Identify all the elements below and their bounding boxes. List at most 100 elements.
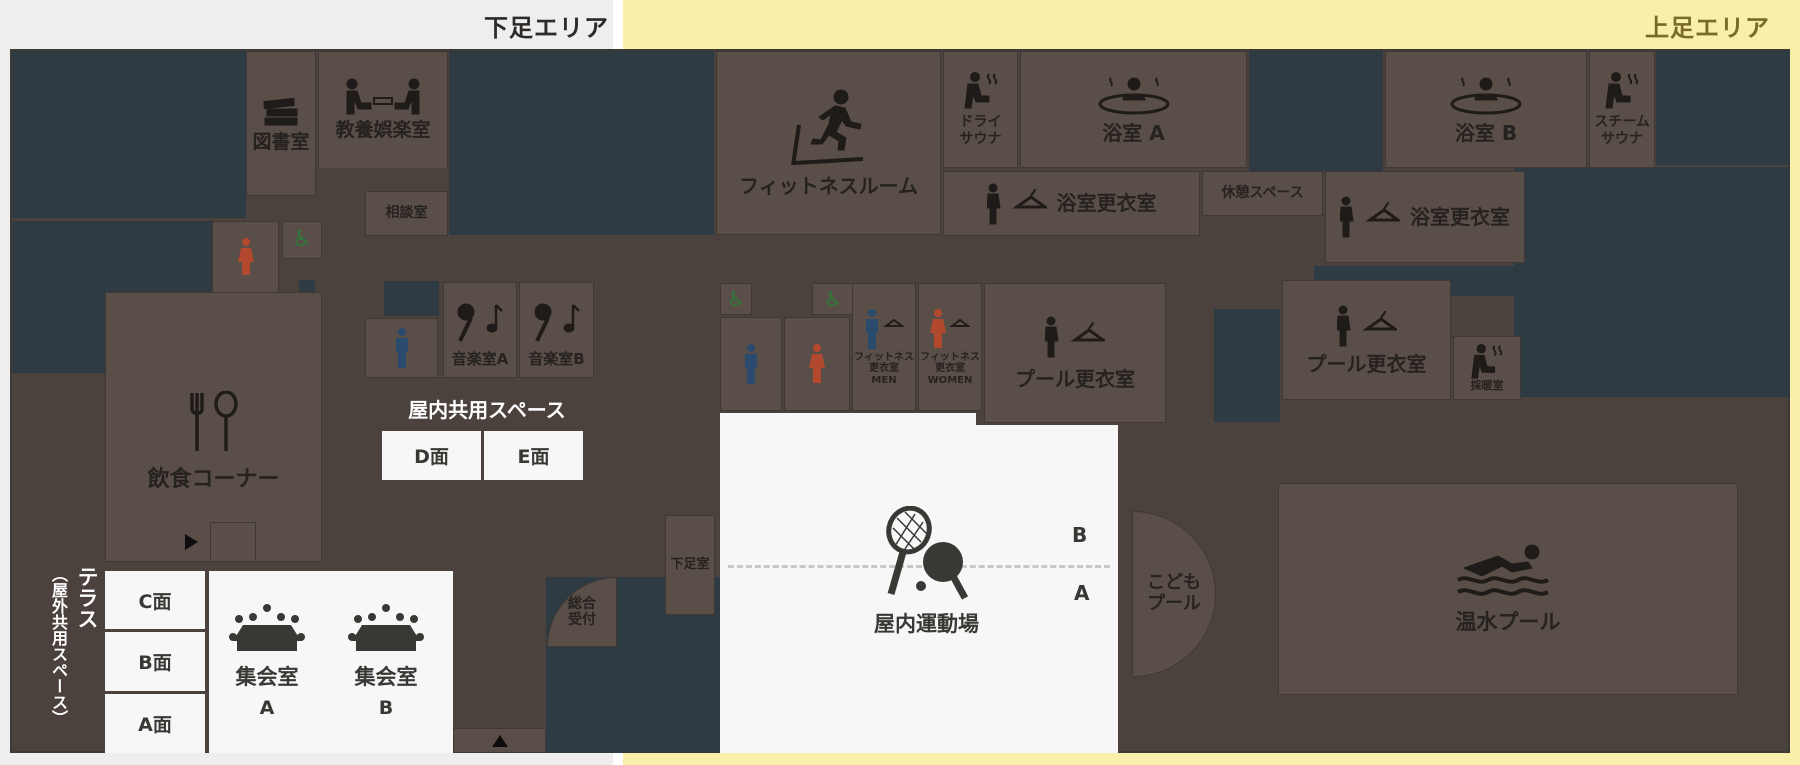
terrace-face-a[interactable]: A面 [105, 694, 205, 753]
books-icon [263, 97, 298, 126]
hanger-icon [866, 308, 904, 349]
meeting-room-b-sub: B [378, 697, 394, 719]
shoe-room[interactable]: 下足室 [665, 515, 715, 615]
entrance-arrow-icon [185, 534, 198, 550]
void-area [299, 280, 315, 292]
meeting-room-a[interactable]: 集会室 A [217, 596, 317, 726]
warming-room[interactable]: 採暖室 [1453, 336, 1521, 400]
warming-room-label: 採暖室 [1470, 378, 1504, 392]
indoor-face-d[interactable]: D面 [382, 431, 481, 480]
female-restroom[interactable] [212, 221, 279, 293]
female-restroom[interactable] [784, 317, 850, 411]
meeting-table-icon [348, 604, 424, 651]
terrace-face-b[interactable]: B面 [105, 632, 205, 691]
pool-changing-1-label: プール更衣室 [1015, 366, 1135, 391]
hanger-icon [1336, 305, 1397, 346]
pool-changing-2-label: プール更衣室 [1306, 351, 1427, 376]
sauna-person-icon [963, 72, 997, 109]
void-area [1656, 51, 1790, 165]
bath-a[interactable]: 浴室 A [1020, 51, 1247, 168]
fitness-changing-women[interactable]: フィットネス 更衣室 WOMEN [918, 283, 982, 411]
reading-people-icon [346, 78, 420, 115]
face-b-label: B面 [138, 652, 172, 674]
microphone-note-icon [534, 303, 580, 343]
face-d-label: D面 [414, 446, 449, 468]
dry-sauna[interactable]: ドライ サウナ [943, 51, 1018, 168]
wheelchair-icon: ♿ [727, 286, 745, 311]
meeting-room-a-sub: A [259, 697, 275, 719]
hanger-icon [1045, 316, 1105, 357]
library-room[interactable]: 図書室 [246, 51, 316, 196]
terrace-face-c[interactable]: C面 [105, 571, 205, 629]
face-a-label: A面 [138, 714, 172, 736]
storage-room [210, 522, 256, 562]
accessible-restroom[interactable]: ♿ [720, 283, 752, 315]
pool-changing-room-2[interactable]: プール更衣室 [1282, 280, 1451, 400]
culture-room-label: 教養娯楽室 [335, 119, 431, 142]
sauna-person-icon [1605, 72, 1639, 109]
racket-ball-icon [885, 506, 968, 600]
library-label: 図書室 [252, 130, 310, 153]
bath-changing-1-label: 浴室更衣室 [1056, 191, 1157, 215]
void-area [12, 51, 246, 218]
music-room-a[interactable]: 音楽室A [443, 282, 517, 378]
void-area [1514, 167, 1790, 397]
reception-label: 総合 受付 [568, 595, 596, 628]
female-person-icon [809, 344, 825, 383]
bath-b[interactable]: 浴室 B [1385, 51, 1587, 168]
consultation-label: 相談室 [385, 205, 428, 222]
treadmill-runner-icon [790, 89, 863, 165]
wheelchair-icon: ♿ [824, 286, 842, 311]
accessible-restroom[interactable]: ♿ [282, 221, 322, 259]
terrace-label: テラス [75, 566, 99, 629]
fitness-room[interactable]: フィットネスルーム [716, 51, 941, 235]
music-room-b[interactable]: 音楽室B [519, 282, 594, 378]
bath-changing-room-1[interactable]: 浴室更衣室 [943, 171, 1200, 236]
face-c-label: C面 [138, 590, 172, 613]
face-e-label: E面 [517, 446, 550, 468]
upper-shoe-area-title: 上足エリア [1645, 14, 1770, 42]
indoor-face-e[interactable]: E面 [484, 431, 583, 480]
hot-bath-icon [1098, 77, 1169, 115]
female-person-icon [237, 238, 254, 275]
warm-pool-label: 温水プール [1455, 609, 1561, 634]
fitness-label: フィットネスルーム [739, 173, 918, 198]
sauna-person-icon [1471, 343, 1503, 379]
void-area [1214, 309, 1280, 422]
male-restroom[interactable] [720, 317, 782, 411]
kids-pool[interactable]: こども プール [1132, 511, 1216, 677]
hot-bath-icon [1450, 77, 1522, 115]
fitness-changing-men[interactable]: フィットネス 更衣室 MEN [852, 283, 916, 411]
meeting-room-a-label: 集会室 [235, 665, 299, 689]
warm-water-pool[interactable]: 温水プール [1278, 483, 1738, 695]
fork-spoon-icon [189, 391, 238, 452]
indoor-gym-extension [976, 425, 1118, 753]
gym-court-a-label: A [1074, 581, 1090, 605]
bath-b-label: 浴室 B [1454, 121, 1518, 145]
hanger-icon [986, 183, 1047, 224]
pool-changing-room-1[interactable]: プール更衣室 [984, 283, 1166, 423]
gym-court-b-label: B [1072, 523, 1088, 547]
steam-sauna[interactable]: スチーム サウナ [1589, 51, 1655, 168]
swimmer-icon [1456, 544, 1550, 596]
rest-space-label: 休憩スペース [1221, 185, 1304, 202]
music-room-b-label: 音楽室B [528, 350, 585, 369]
consultation-room[interactable]: 相談室 [365, 191, 448, 236]
microphone-note-icon [457, 303, 503, 343]
fitness-changing-men-label: フィットネス 更衣室 MEN [854, 351, 914, 386]
male-restroom[interactable] [365, 318, 438, 378]
shoe-room-label: 下足室 [670, 556, 710, 572]
steam-sauna-label: スチーム サウナ [1594, 114, 1650, 147]
entrance-arrow-icon [491, 734, 508, 747]
meeting-room-b[interactable]: 集会室 B [336, 596, 436, 726]
rest-space[interactable]: 休憩スペース [1202, 171, 1323, 216]
dry-sauna-label: ドライ サウナ [959, 114, 1002, 147]
indoor-shared-space-title: 屋内共用スペース [408, 398, 566, 422]
accessible-restroom[interactable]: ♿ [812, 283, 854, 315]
void-area [449, 51, 714, 235]
gym-label: 屋内運動場 [874, 612, 979, 636]
kids-pool-label: こども プール [1147, 572, 1201, 614]
bath-changing-room-2[interactable]: 浴室更衣室 [1325, 171, 1525, 263]
culture-room[interactable]: 教養娯楽室 [318, 51, 448, 168]
entrance-corridor [453, 728, 546, 753]
